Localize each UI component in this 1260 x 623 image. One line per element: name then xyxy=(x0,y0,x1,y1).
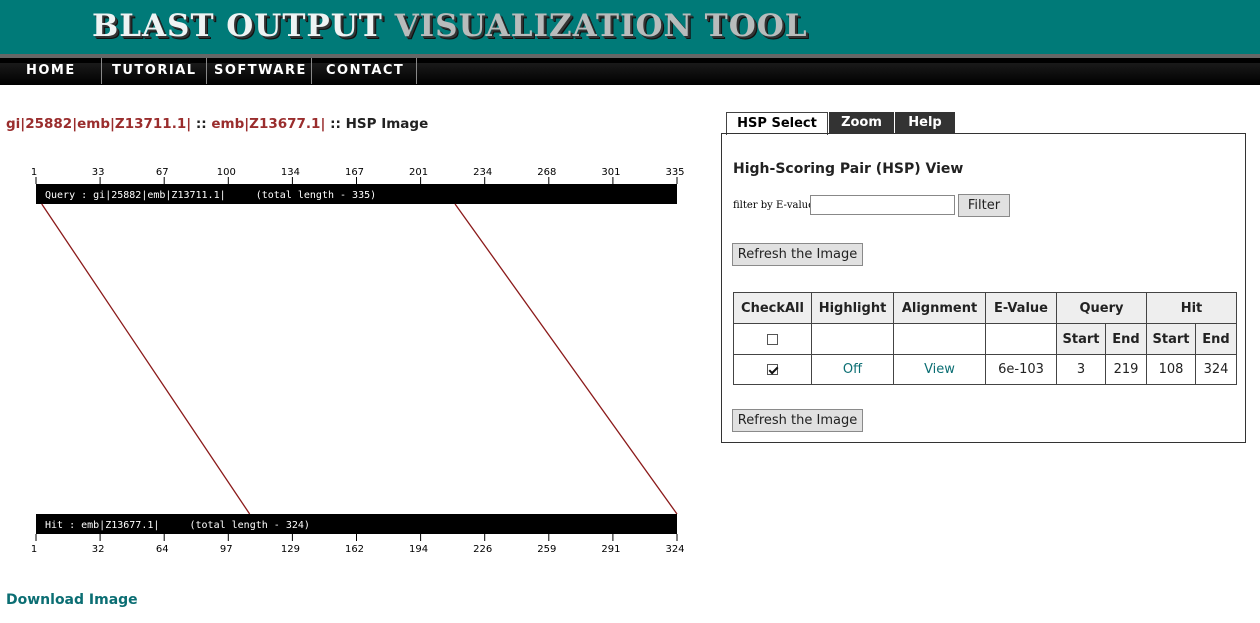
query-axis-tick-label: 201 xyxy=(409,167,428,178)
tab-zoom[interactable]: Zoom xyxy=(829,112,894,134)
hit-end-cell: 324 xyxy=(1195,354,1237,385)
hit-axis-tick-label: 64 xyxy=(156,544,169,555)
filter-button[interactable]: Filter xyxy=(958,194,1010,217)
th-hit-start: Start xyxy=(1146,323,1196,355)
hsp-image-title: gi|25882|emb|Z13711.1| :: emb|Z13677.1| … xyxy=(6,116,428,132)
title-separator: :: xyxy=(191,116,212,132)
refresh-image-button[interactable]: Refresh the Image xyxy=(732,243,863,266)
hsp-visualization: 1 33 67 100 134 167 201 234 268 301 335 Query : gi… xyxy=(31,167,685,555)
hit-axis: 1 32 64 97 129 162 194 226 259 291 324 xyxy=(31,534,685,555)
tab-help[interactable]: Help xyxy=(895,112,955,134)
empty-cell xyxy=(893,323,986,355)
nav-divider xyxy=(101,58,102,84)
filter-label: filter by E-value: xyxy=(733,200,818,211)
th-query-end: End xyxy=(1105,323,1147,355)
hsp-start-line xyxy=(41,203,251,515)
highlight-toggle-link[interactable]: Off xyxy=(843,362,862,377)
refresh-image-button[interactable]: Refresh the Image xyxy=(732,409,863,432)
view-alignment-link[interactable]: View xyxy=(924,362,955,377)
hsp-table: CheckAll Highlight Alignment E-Value Que… xyxy=(733,292,1237,385)
site-header: BLAST OUTPUT VISUALIZATION TOOL xyxy=(0,0,1260,54)
download-image-link[interactable]: Download Image xyxy=(6,592,138,608)
checkall-cell xyxy=(733,323,812,355)
nav-divider xyxy=(206,58,207,84)
th-hit-end: End xyxy=(1195,323,1237,355)
query-axis-tick-label: 268 xyxy=(537,167,556,178)
highlight-cell: Off xyxy=(811,354,894,385)
th-checkall: CheckAll xyxy=(733,292,812,324)
title-separator: :: xyxy=(325,116,346,132)
panel-title: High-Scoring Pair (HSP) View xyxy=(733,161,964,177)
query-axis-tick-label: 1 xyxy=(31,167,37,178)
th-query: Query xyxy=(1056,292,1147,324)
query-start-cell: 3 xyxy=(1056,354,1106,385)
hit-id: emb|Z13677.1| xyxy=(211,116,326,132)
nav-home[interactable]: HOME xyxy=(26,56,76,85)
hit-start-cell: 108 xyxy=(1146,354,1196,385)
row-checkbox-cell xyxy=(733,354,812,385)
alignment-cell: View xyxy=(893,354,986,385)
nav-divider xyxy=(311,58,312,84)
hsp-select-panel: High-Scoring Pair (HSP) View filter by E… xyxy=(721,133,1246,443)
hit-axis-tick-label: 97 xyxy=(220,544,233,555)
site-title: BLAST OUTPUT VISUALIZATION TOOL xyxy=(92,8,808,44)
hit-axis-tick-label: 324 xyxy=(665,544,684,555)
query-axis-tick-label: 335 xyxy=(665,167,684,178)
query-axis-tick-label: 100 xyxy=(217,167,236,178)
table-row: Off View 6e-103 3 219 108 324 xyxy=(733,354,1237,385)
nav-software[interactable]: SOFTWARE xyxy=(214,56,307,85)
th-evalue: E-Value xyxy=(985,292,1057,324)
nav-tutorial[interactable]: TUTORIAL xyxy=(112,56,197,85)
empty-cell xyxy=(811,323,894,355)
hit-axis-tick-label: 226 xyxy=(473,544,492,555)
site-title-dim: VISUALIZATION TOOL xyxy=(394,8,808,44)
query-id: gi|25882|emb|Z13711.1| xyxy=(6,116,192,132)
hsp-end-line xyxy=(454,203,678,515)
query-axis-tick-label: 33 xyxy=(92,167,105,178)
query-axis-tick-label: 234 xyxy=(473,167,492,178)
empty-cell xyxy=(985,323,1057,355)
hit-bar-label: Hit : emb|Z13677.1| (total length - 324) xyxy=(45,520,310,531)
hsp-lines xyxy=(41,203,678,515)
hit-axis-tick-label: 291 xyxy=(601,544,620,555)
query-axis-tick-label: 167 xyxy=(345,167,364,178)
query-axis-tick-label: 67 xyxy=(156,167,169,178)
hit-axis-tick-label: 194 xyxy=(409,544,428,555)
th-hit: Hit xyxy=(1146,292,1237,324)
checkall-checkbox[interactable] xyxy=(767,333,778,345)
query-axis-tick-label: 301 xyxy=(601,167,620,178)
nav-divider xyxy=(416,58,417,84)
title-suffix: HSP Image xyxy=(345,116,429,132)
query-end-cell: 219 xyxy=(1105,354,1147,385)
hit-axis-tick-label: 259 xyxy=(537,544,556,555)
query-axis-tick-label: 134 xyxy=(281,167,300,178)
evalue-cell: 6e-103 xyxy=(985,354,1057,385)
site-title-bright: BLAST OUTPUT xyxy=(92,8,395,44)
query-axis: 1 33 67 100 134 167 201 234 268 301 335 xyxy=(31,167,685,184)
nav-contact[interactable]: CONTACT xyxy=(326,56,404,85)
th-highlight: Highlight xyxy=(811,292,894,324)
tab-hsp-select[interactable]: HSP Select xyxy=(726,112,828,135)
th-alignment: Alignment xyxy=(893,292,986,324)
row-checkbox[interactable] xyxy=(767,364,778,375)
query-bar-label: Query : gi|25882|emb|Z13711.1| (total le… xyxy=(45,190,376,201)
th-query-start: Start xyxy=(1056,323,1106,355)
hit-axis-tick-label: 32 xyxy=(92,544,105,555)
evalue-filter-input[interactable] xyxy=(810,195,955,215)
hit-axis-tick-label: 162 xyxy=(345,544,364,555)
hit-axis-tick-label: 129 xyxy=(281,544,300,555)
hit-axis-tick-label: 1 xyxy=(31,544,37,555)
